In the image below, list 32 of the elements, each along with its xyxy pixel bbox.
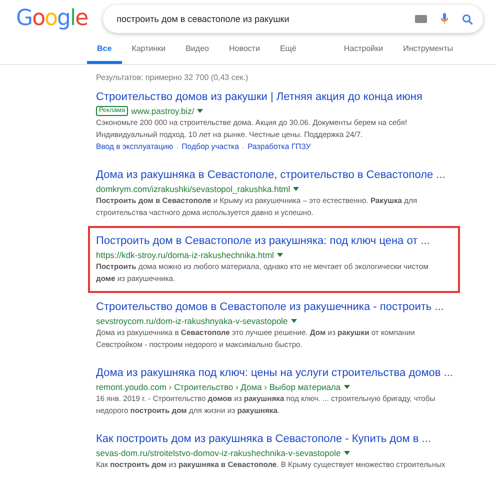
result-url: https://kdk-stroy.ru/doma-iz-rakushechnika.html (96, 250, 274, 260)
microphone-icon[interactable] (440, 13, 448, 25)
search-icon[interactable] (462, 14, 473, 24)
result-title[interactable]: Дома из ракушняка под ключ: цены на услуги строительства домов ... (96, 366, 453, 380)
result-title[interactable]: Построить дом в Севастополе из ракушняка: под ключ цена от ... (96, 234, 430, 248)
caret-icon[interactable] (290, 318, 297, 322)
search-tab[interactable]: Новости (218, 44, 270, 64)
caret-icon[interactable] (344, 450, 350, 454)
tools-link[interactable]: Инструменты (403, 44, 453, 64)
result-url: sevstroycom.ru/dom-iz-rakushnyaka-v-sevastopole (96, 316, 288, 326)
search-tab[interactable]: Все (87, 44, 122, 64)
search-tab[interactable]: Видео (176, 44, 219, 64)
caret-icon[interactable] (276, 252, 283, 256)
result-stats: Результатов: примерно 32 700 (0,43 сек.) (96, 73, 250, 82)
result-url: www.pastroy.biz/ (131, 106, 194, 116)
result-title[interactable]: Дома из ракушняка в Севастополе, строительство в Севастополе ... (96, 168, 446, 182)
result-url: sevas-dom.ru/stroitelstvo-domov-iz-rakushechnika-v-sevastopole (96, 448, 341, 458)
result-title[interactable]: Строительство домов в Севастополе из ракушечника - построить ... (96, 300, 444, 314)
search-bar[interactable]: построить дом в севастополе из ракушки (102, 5, 483, 33)
search-input[interactable]: построить дом в севастополе из ракушки (114, 13, 415, 25)
logo[interactable]: Google (16, 7, 88, 31)
search-tab[interactable]: Картинки (122, 44, 176, 64)
search-tab[interactable]: Ещё (270, 44, 306, 64)
caret-icon[interactable] (197, 108, 204, 112)
result-url: domkrym.com/izrakushki/sevastopol_rakushka.html (96, 184, 290, 194)
tools-link[interactable]: Настройки (344, 44, 384, 64)
keyboard-icon[interactable] (414, 15, 427, 23)
caret-icon[interactable] (344, 384, 350, 388)
result-title[interactable]: Как построить дом из ракушняка в Севастополе - Купить дом в ... (96, 432, 431, 446)
result-url: remont.youdo.com › Строительство › Дома › Выбор материала (96, 382, 341, 392)
result-title[interactable]: Строительство домов из ракушки | Летняя акция до конца июня (96, 90, 422, 104)
caret-icon[interactable] (293, 186, 300, 190)
